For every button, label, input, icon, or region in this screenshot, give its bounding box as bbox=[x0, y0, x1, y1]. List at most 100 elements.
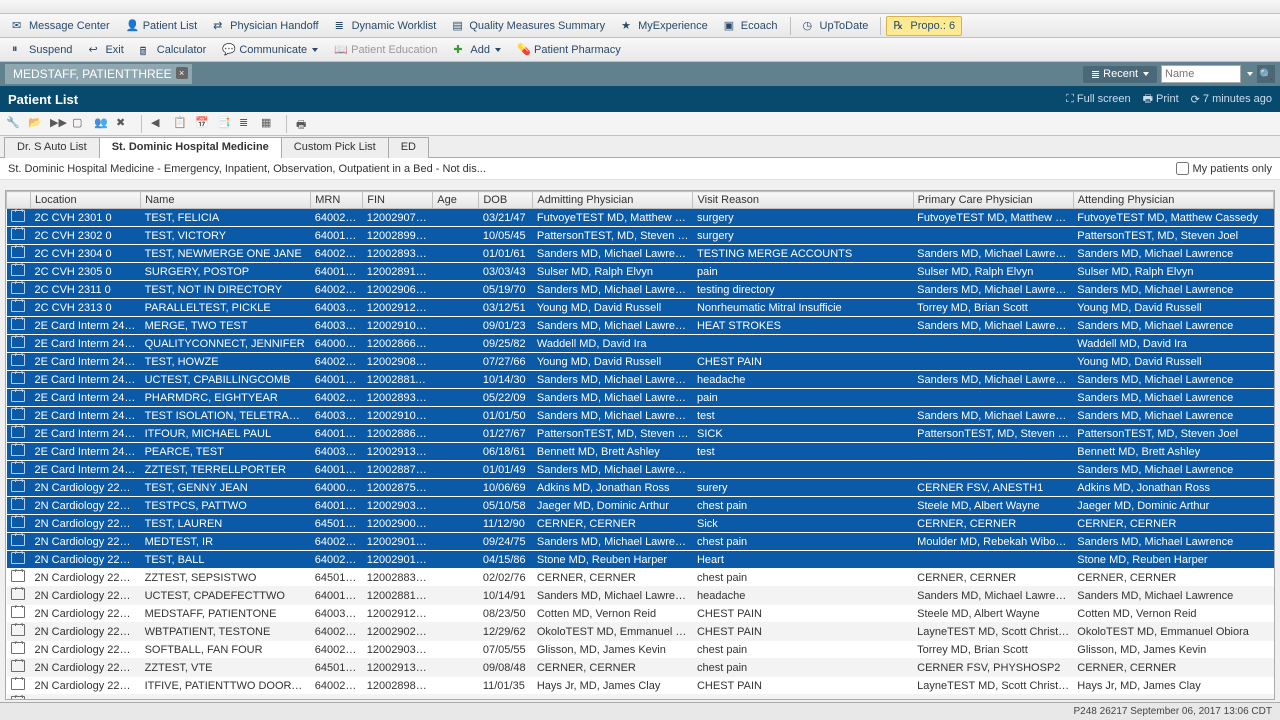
col-header[interactable]: Age bbox=[433, 192, 479, 209]
physician-handoff-button[interactable]: ⇄Physician Handoff bbox=[206, 16, 325, 36]
tool-icon-2[interactable]: 📂 bbox=[28, 116, 44, 132]
col-header[interactable] bbox=[7, 192, 31, 209]
table-row[interactable]: 2N Cardiology 2206 0TESTPCS, PATTWO64001… bbox=[7, 497, 1274, 515]
tool-icon-1[interactable]: 🔧 bbox=[6, 116, 22, 132]
col-header[interactable]: Name bbox=[141, 192, 311, 209]
col-header[interactable]: Primary Care Physician bbox=[913, 192, 1073, 209]
name-search-input[interactable] bbox=[1161, 65, 1241, 83]
person-icon: 👤 bbox=[126, 19, 140, 33]
exit-button[interactable]: ↩Exit bbox=[81, 40, 130, 60]
propo-button[interactable]: ℞Propo.: 6 bbox=[886, 16, 962, 36]
table-row[interactable]: 2E Card Interm 2422 0PHARMDRC, EIGHTYEAR… bbox=[7, 389, 1274, 407]
suspend-button[interactable]: ⏸Suspend bbox=[5, 40, 79, 60]
table-row[interactable]: 2N Cardiology 2221 0MEDSTAFF, PATIENTONE… bbox=[7, 605, 1274, 623]
tool-icon-12[interactable]: ▦ bbox=[261, 116, 277, 132]
cell: CERNER, CERNER bbox=[533, 515, 693, 533]
cell: Sanders MD, Michael Lawrence bbox=[913, 587, 1073, 605]
col-header[interactable]: Admitting Physician bbox=[533, 192, 693, 209]
table-row[interactable]: 2N Cardiology 2226 0ITFIVE, PATIENTTWO D… bbox=[7, 677, 1274, 695]
message-center-button[interactable]: ✉Message Center bbox=[5, 16, 117, 36]
cell: CERNER, CERNER bbox=[1073, 695, 1273, 701]
table-row[interactable]: 2E Card Interm 2431 0ZZTEST, TERRELLPORT… bbox=[7, 461, 1274, 479]
table-row[interactable]: 2C CVH 2311 0TEST, NOT IN DIRECTORY64002… bbox=[7, 281, 1274, 299]
table-row[interactable]: 2N Cardiology 2214 0TEST, BALL6400255912… bbox=[7, 551, 1274, 569]
tool-icon-13[interactable]: 🖶 bbox=[296, 116, 312, 132]
cell bbox=[433, 209, 479, 227]
patient-pharmacy-button[interactable]: 💊Patient Pharmacy bbox=[510, 40, 628, 60]
table-row[interactable]: 2N Cardiology 2227 0ACRSELECT, US6400175… bbox=[7, 695, 1274, 701]
cell: Sanders MD, Michael Lawrence bbox=[913, 281, 1073, 299]
tool-icon-3[interactable]: ▶▶ bbox=[50, 116, 66, 132]
print-button[interactable]: 🖶Print bbox=[1143, 90, 1179, 109]
table-row[interactable]: 2E Card Interm 2426 0ITFOUR, MICHAEL PAU… bbox=[7, 425, 1274, 443]
add-button[interactable]: ✚Add bbox=[446, 40, 508, 60]
list-tab-1[interactable]: St. Dominic Hospital Medicine bbox=[99, 137, 282, 158]
cell: PattersonTEST, MD, Steven Joel bbox=[533, 227, 693, 245]
table-row[interactable]: 2N Cardiology 2208 0TEST, LAUREN64501706… bbox=[7, 515, 1274, 533]
col-header[interactable]: DOB bbox=[479, 192, 533, 209]
search-button[interactable]: 🔍 bbox=[1257, 65, 1275, 83]
tool-icon-11[interactable]: ≣ bbox=[239, 116, 255, 132]
cell: 2C CVH 2305 0 bbox=[31, 263, 141, 281]
list-tab-0[interactable]: Dr. S Auto List bbox=[4, 137, 100, 158]
table-row[interactable]: 2C CVH 2301 0TEST, FELICIA64002465120029… bbox=[7, 209, 1274, 227]
cell bbox=[693, 335, 913, 353]
table-row[interactable]: 2N Cardiology 2216 0ZZTEST, SEPSISTWO645… bbox=[7, 569, 1274, 587]
tool-icon-8[interactable]: 📋 bbox=[173, 116, 189, 132]
list-tab-3[interactable]: ED bbox=[388, 137, 429, 158]
cell: test bbox=[693, 443, 913, 461]
tool-icon-7[interactable]: ◀ bbox=[151, 116, 167, 132]
table-row[interactable]: 2E Card Interm 2420 0UCTEST, CPABILLINGC… bbox=[7, 371, 1274, 389]
col-header[interactable]: MRN bbox=[311, 192, 363, 209]
col-header[interactable]: Location bbox=[31, 192, 141, 209]
table-row[interactable]: 2N Cardiology 2212 0MEDTEST, IR640025561… bbox=[7, 533, 1274, 551]
table-row[interactable]: 2N Cardiology 2222 0WBTPATIENT, TESTONE6… bbox=[7, 623, 1274, 641]
cell: Torrey MD, Brian Scott bbox=[913, 641, 1073, 659]
cell: 1200291335 68 years bbox=[363, 659, 433, 677]
full-screen-button[interactable]: ⛶Full screen bbox=[1066, 93, 1131, 106]
tool-icon-4[interactable]: ▢ bbox=[72, 116, 88, 132]
table-row[interactable]: 2N Cardiology 2220 0UCTEST, CPADEFECTTWO… bbox=[7, 587, 1274, 605]
table-row[interactable]: 2N Cardiology 2223 0SOFTBALL, FAN FOUR64… bbox=[7, 641, 1274, 659]
col-header[interactable]: Visit Reason bbox=[693, 192, 913, 209]
calculator-button[interactable]: 🖩Calculator bbox=[133, 40, 214, 60]
cell: 04/15/86 bbox=[479, 551, 533, 569]
list-tab-2[interactable]: Custom Pick List bbox=[281, 137, 389, 158]
tool-icon-9[interactable]: 📅 bbox=[195, 116, 211, 132]
cell: 2E Card Interm 2431 0 bbox=[31, 461, 141, 479]
cell: Sanders MD, Michael Lawrence bbox=[913, 245, 1073, 263]
my-patients-checkbox[interactable] bbox=[1176, 162, 1189, 175]
table-row[interactable]: 2C CVH 2305 0SURGERY, POSTOP640019571200… bbox=[7, 263, 1274, 281]
star-icon: ★ bbox=[621, 19, 635, 33]
recent-button[interactable]: ≣Recent bbox=[1083, 66, 1157, 83]
table-row[interactable]: 2E Card Interm 2425 0TEST ISOLATION, TEL… bbox=[7, 407, 1274, 425]
ecoach-button[interactable]: ▣Ecoach bbox=[717, 16, 785, 36]
close-tab-button[interactable]: × bbox=[176, 67, 188, 79]
table-row[interactable]: 2E Card Interm 2416 0MERGE, TWO TEST6400… bbox=[7, 317, 1274, 335]
quality-measures-button[interactable]: ▤Quality Measures Summary bbox=[445, 16, 612, 36]
table-row[interactable]: 2E Card Interm 2418 0QUALITYCONNECT, JEN… bbox=[7, 335, 1274, 353]
table-row[interactable]: 2N Cardiology 2224 0ZZTEST, VTE645017053… bbox=[7, 659, 1274, 677]
patient-tab[interactable]: MEDSTAFF, PATIENTTHREE × bbox=[5, 64, 192, 84]
table-row[interactable]: 2C CVH 2304 0TEST, NEWMERGE ONE JANE6400… bbox=[7, 245, 1274, 263]
table-row[interactable]: 2E Card Interm 2429 0PEARCE, TEST6400348… bbox=[7, 443, 1274, 461]
cell: OkoloTEST MD, Emmanuel Obiora bbox=[533, 623, 693, 641]
col-header[interactable]: Attending Physician bbox=[1073, 192, 1273, 209]
myexperience-button[interactable]: ★MyExperience bbox=[614, 16, 715, 36]
cell: TEST, LAUREN bbox=[141, 515, 311, 533]
cell: 64000208 bbox=[311, 335, 363, 353]
patient-list-button[interactable]: 👤Patient List bbox=[119, 16, 204, 36]
table-row[interactable]: 2C CVH 2302 0TEST, VICTORY64001493120028… bbox=[7, 227, 1274, 245]
table-row[interactable]: 2E Card Interm 2419 0TEST, HOWZE64002785… bbox=[7, 353, 1274, 371]
col-header[interactable]: FIN bbox=[363, 192, 433, 209]
patient-education-button[interactable]: 📖Patient Education bbox=[327, 40, 444, 60]
table-row[interactable]: 2C CVH 2313 0PARALLELTEST, PICKLE6400336… bbox=[7, 299, 1274, 317]
refresh-time[interactable]: ⟳7 minutes ago bbox=[1191, 93, 1272, 106]
table-row[interactable]: 2N Cardiology 2202 0TEST, GENNY JEAN6400… bbox=[7, 479, 1274, 497]
uptodate-button[interactable]: ◷UpToDate bbox=[796, 16, 876, 36]
tool-icon-5[interactable]: 👥 bbox=[94, 116, 110, 132]
tool-icon-10[interactable]: 📑 bbox=[217, 116, 233, 132]
dynamic-worklist-button[interactable]: ≣Dynamic Worklist bbox=[328, 16, 444, 36]
communicate-button[interactable]: 💬Communicate bbox=[215, 40, 325, 60]
tool-icon-6[interactable]: ✖ bbox=[116, 116, 132, 132]
